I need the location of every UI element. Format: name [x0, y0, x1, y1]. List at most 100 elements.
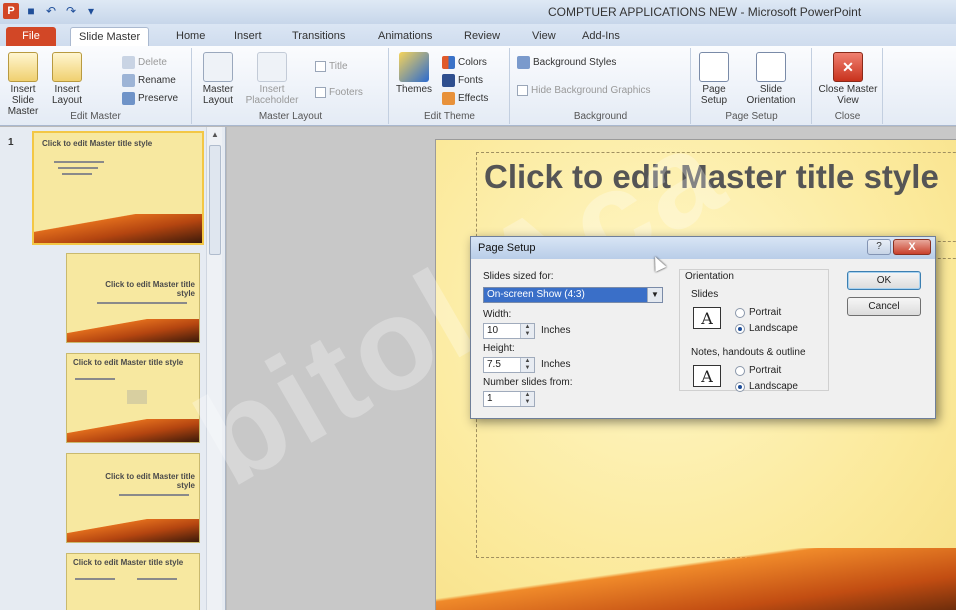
fonts-icon — [442, 73, 455, 87]
tab-add-ins[interactable]: Add-Ins — [574, 27, 628, 46]
slides-portrait-radio[interactable] — [735, 308, 745, 318]
notes-landscape-radio[interactable] — [735, 382, 745, 392]
number-slides-from-input[interactable]: 1 ▲ ▼ — [483, 391, 535, 407]
tab-insert[interactable]: Insert — [226, 27, 270, 46]
tab-review[interactable]: Review — [456, 27, 508, 46]
close-master-view-button[interactable]: ✕ Close Master View — [817, 52, 879, 106]
rename-button[interactable]: Rename — [122, 72, 176, 88]
title-bar: P ■ ↶ ↷ ▾ COMPTUER APPLICATIONS NEW - Mi… — [0, 0, 956, 24]
thumbnail-layout[interactable]: Click to edit Master title style — [66, 453, 200, 543]
close-button[interactable]: X — [893, 239, 931, 255]
width-value: 10 — [487, 325, 499, 336]
insert-slide-master-button[interactable]: Insert Slide Master — [2, 52, 44, 117]
footers-check-icon — [315, 86, 326, 98]
thumbnail-title: Click to edit Master title style — [73, 558, 184, 567]
dialog-body: Slides sized for: On-screen Show (4:3) ▼… — [471, 259, 935, 418]
close-master-view-icon: ✕ — [833, 52, 863, 82]
height-units: Inches — [541, 359, 571, 370]
ok-button[interactable]: OK — [847, 271, 921, 290]
background-styles-button[interactable]: Background Styles — [517, 54, 616, 70]
thumbnail-layout[interactable]: Click to edit Master title style — [66, 553, 200, 610]
slide-title[interactable]: Click to edit Master title style — [484, 158, 939, 195]
thumbnail-text-line — [54, 161, 104, 163]
ribbon: Insert Slide Master Insert Layout Delete… — [0, 46, 956, 126]
thumbnail-title: Click to edit Master title style — [105, 472, 195, 490]
window-title: COMPTUER APPLICATIONS NEW - Microsoft Po… — [548, 5, 862, 19]
slides-portrait-label[interactable]: Portrait — [749, 307, 781, 318]
thumbnail-layout[interactable]: Click to edit Master title style — [66, 353, 200, 443]
slides-orientation-icon: A — [693, 307, 721, 329]
background-styles-icon — [517, 55, 530, 69]
orientation-label: Orientation — [683, 271, 736, 282]
themes-button[interactable]: Themes — [394, 52, 434, 95]
tab-transitions[interactable]: Transitions — [284, 27, 353, 46]
slide-swoosh — [436, 548, 956, 610]
help-button[interactable]: ? — [867, 239, 891, 255]
thumbnail-text-line — [75, 378, 115, 380]
effects-button[interactable]: Effects — [442, 90, 488, 106]
height-value: 7.5 — [487, 359, 501, 370]
thumbnail-title: Click to edit Master title style — [42, 139, 153, 148]
insert-layout-button[interactable]: Insert Layout — [46, 52, 88, 106]
tab-home[interactable]: Home — [168, 27, 213, 46]
master-layout-icon — [203, 52, 233, 82]
save-icon[interactable]: ■ — [24, 3, 38, 19]
scroll-up-icon[interactable]: ▲ — [207, 127, 223, 143]
group-edit-master: Insert Slide Master Insert Layout Delete… — [0, 48, 192, 124]
notes-orientation-label: Notes, handouts & outline — [691, 347, 806, 358]
master-layout-button[interactable]: Master Layout — [197, 52, 239, 106]
thumbnail-slide-master[interactable]: Click to edit Master title style — [32, 131, 204, 245]
title-check-icon — [315, 60, 326, 72]
height-spinner-icon[interactable]: ▲ ▼ — [520, 358, 534, 372]
thumbnail-text-line — [97, 302, 187, 304]
notes-portrait-radio[interactable] — [735, 366, 745, 376]
height-input[interactable]: 7.5 ▲ ▼ — [483, 357, 535, 373]
insert-placeholder-button[interactable]: Insert Placeholder — [243, 52, 301, 106]
slides-landscape-radio[interactable] — [735, 324, 745, 334]
redo-icon[interactable]: ↷ — [64, 3, 78, 19]
number-spinner-icon[interactable]: ▲ ▼ — [520, 392, 534, 406]
preserve-button[interactable]: Preserve — [122, 90, 178, 106]
fonts-button[interactable]: Fonts — [442, 72, 483, 88]
thumbnail-swoosh — [67, 519, 199, 542]
number-slides-from-label: Number slides from: — [483, 377, 573, 388]
hide-background-check-icon — [517, 84, 528, 96]
preserve-icon — [122, 91, 135, 105]
slide-number: 1 — [8, 137, 14, 148]
powerpoint-logo-icon: P — [3, 3, 19, 19]
thumbnail-pane[interactable]: 1 Click to edit Master title style Click… — [0, 127, 226, 610]
tab-file[interactable]: File — [6, 27, 56, 46]
width-input[interactable]: 10 ▲ ▼ — [483, 323, 535, 339]
tab-slide-master[interactable]: Slide Master — [70, 27, 150, 46]
slides-landscape-label[interactable]: Landscape — [749, 323, 798, 334]
thumbnail-layout[interactable]: Click to edit Master title style — [66, 253, 200, 343]
cancel-button[interactable]: Cancel — [847, 297, 921, 316]
colors-button[interactable]: Colors — [442, 54, 487, 70]
thumbnail-swoosh — [67, 419, 199, 442]
slides-sized-for-value: On-screen Show (4:3) — [484, 288, 647, 302]
notes-landscape-label[interactable]: Landscape — [749, 381, 798, 392]
slide-orientation-icon — [756, 52, 786, 82]
page-setup-button[interactable]: Page Setup — [696, 52, 732, 106]
thumbnail-swoosh — [67, 319, 199, 342]
undo-icon[interactable]: ↶ — [44, 3, 58, 19]
slide-orientation-button[interactable]: Slide Orientation — [738, 52, 804, 106]
rename-icon — [122, 73, 135, 87]
notes-portrait-label[interactable]: Portrait — [749, 365, 781, 376]
delete-button[interactable]: Delete — [122, 54, 167, 70]
footers-checkbox[interactable]: Footers — [315, 84, 363, 100]
page-setup-icon — [699, 52, 729, 82]
delete-icon — [122, 55, 135, 69]
width-spinner-icon[interactable]: ▲ ▼ — [520, 324, 534, 338]
insert-placeholder-icon — [257, 52, 287, 82]
chevron-down-icon[interactable]: ▼ — [647, 288, 662, 302]
thumbnail-scrollbar[interactable]: ▲ — [206, 127, 222, 610]
title-checkbox[interactable]: Title — [315, 58, 348, 74]
quick-access-toolbar: ■ ↶ ↷ ▾ — [24, 3, 98, 19]
hide-background-graphics-checkbox[interactable]: Hide Background Graphics — [517, 82, 651, 98]
tab-animations[interactable]: Animations — [370, 27, 440, 46]
slides-sized-for-select[interactable]: On-screen Show (4:3) ▼ — [483, 287, 663, 303]
tab-view[interactable]: View — [524, 27, 564, 46]
customize-qat-icon[interactable]: ▾ — [84, 3, 98, 19]
scroll-thumb[interactable] — [209, 145, 221, 255]
